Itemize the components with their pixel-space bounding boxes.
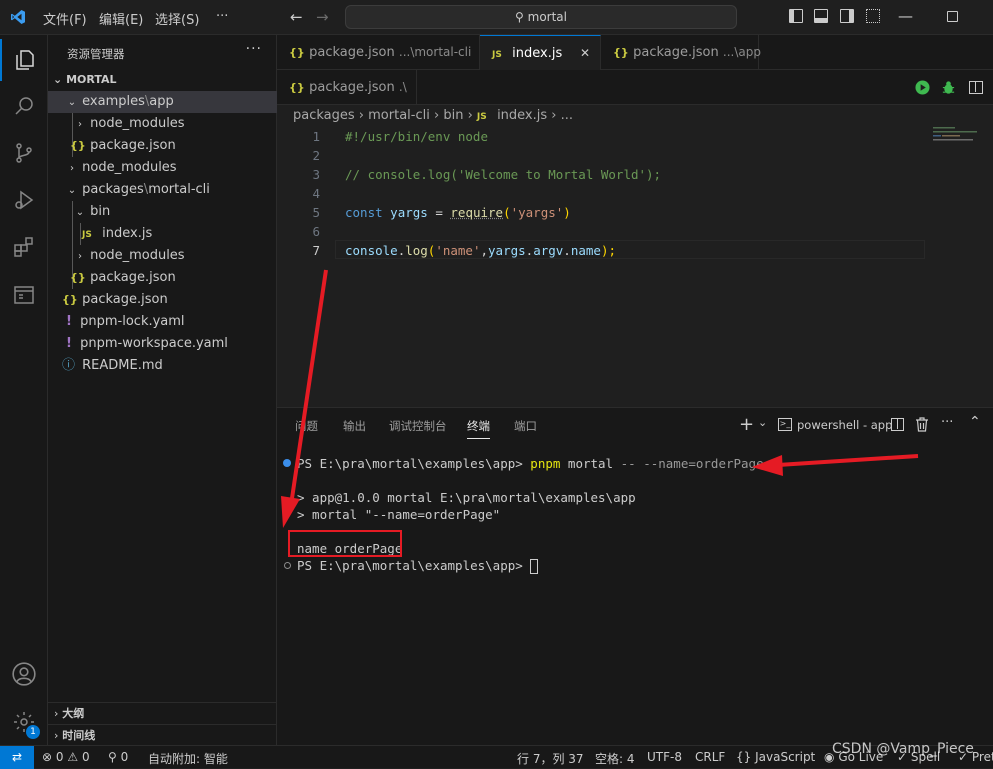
indentation-status[interactable]: 空格: 4 xyxy=(595,750,635,767)
language-mode[interactable]: {} JavaScript xyxy=(736,750,815,764)
warning-icon: ⚠ xyxy=(67,750,79,764)
eol-status[interactable]: CRLF xyxy=(695,750,725,764)
cursor-position[interactable]: 行 7，列 37 xyxy=(517,750,584,767)
error-icon: ⊗ xyxy=(42,750,53,764)
ports-status[interactable]: ⚲ 0 xyxy=(108,750,128,764)
remote-indicator-icon[interactable]: ⇄ xyxy=(0,746,34,769)
annotation-arrows xyxy=(281,269,919,528)
braces-icon: {} xyxy=(736,750,752,764)
auto-attach-status[interactable]: 自动附加: 智能 xyxy=(148,750,228,767)
watermark: CSDN @Vamp_Piece xyxy=(832,741,974,757)
broadcast-icon: ⚲ xyxy=(108,750,117,764)
encoding-status[interactable]: UTF-8 xyxy=(647,750,682,764)
problems-status[interactable]: ⊗ 0 ⚠ 0 xyxy=(42,750,90,764)
